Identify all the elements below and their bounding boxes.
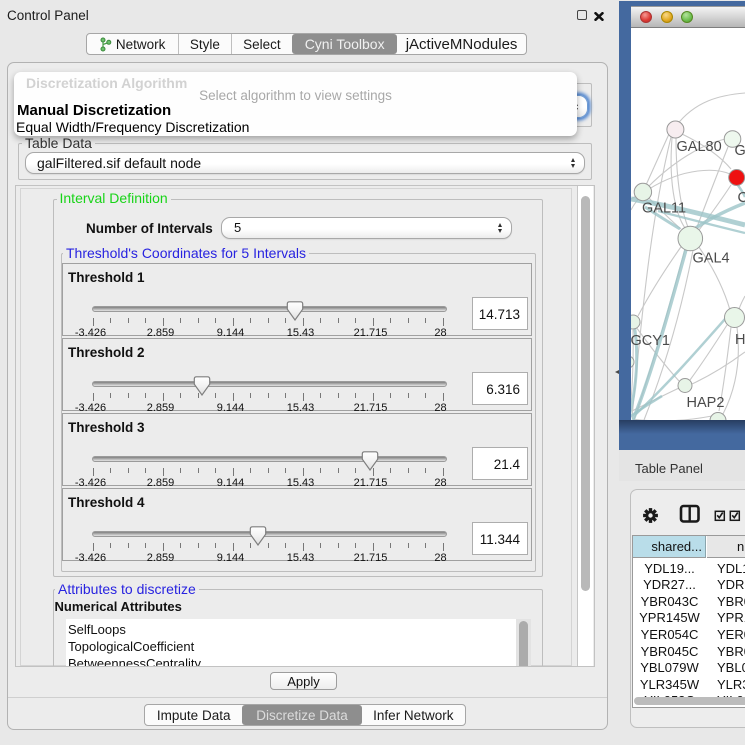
svg-text:GAL11: GAL11	[642, 201, 686, 217]
svg-text:CRP: CRP	[738, 190, 745, 206]
svg-text:GAL80: GAL80	[677, 139, 722, 155]
svg-text:HAP2: HAP2	[687, 395, 725, 411]
svg-text:GAL4: GAL4	[693, 251, 730, 267]
svg-text:HAP: HAP	[735, 332, 745, 348]
svg-text:GAL3: GAL3	[735, 143, 745, 159]
svg-text:GCY1: GCY1	[631, 333, 670, 349]
